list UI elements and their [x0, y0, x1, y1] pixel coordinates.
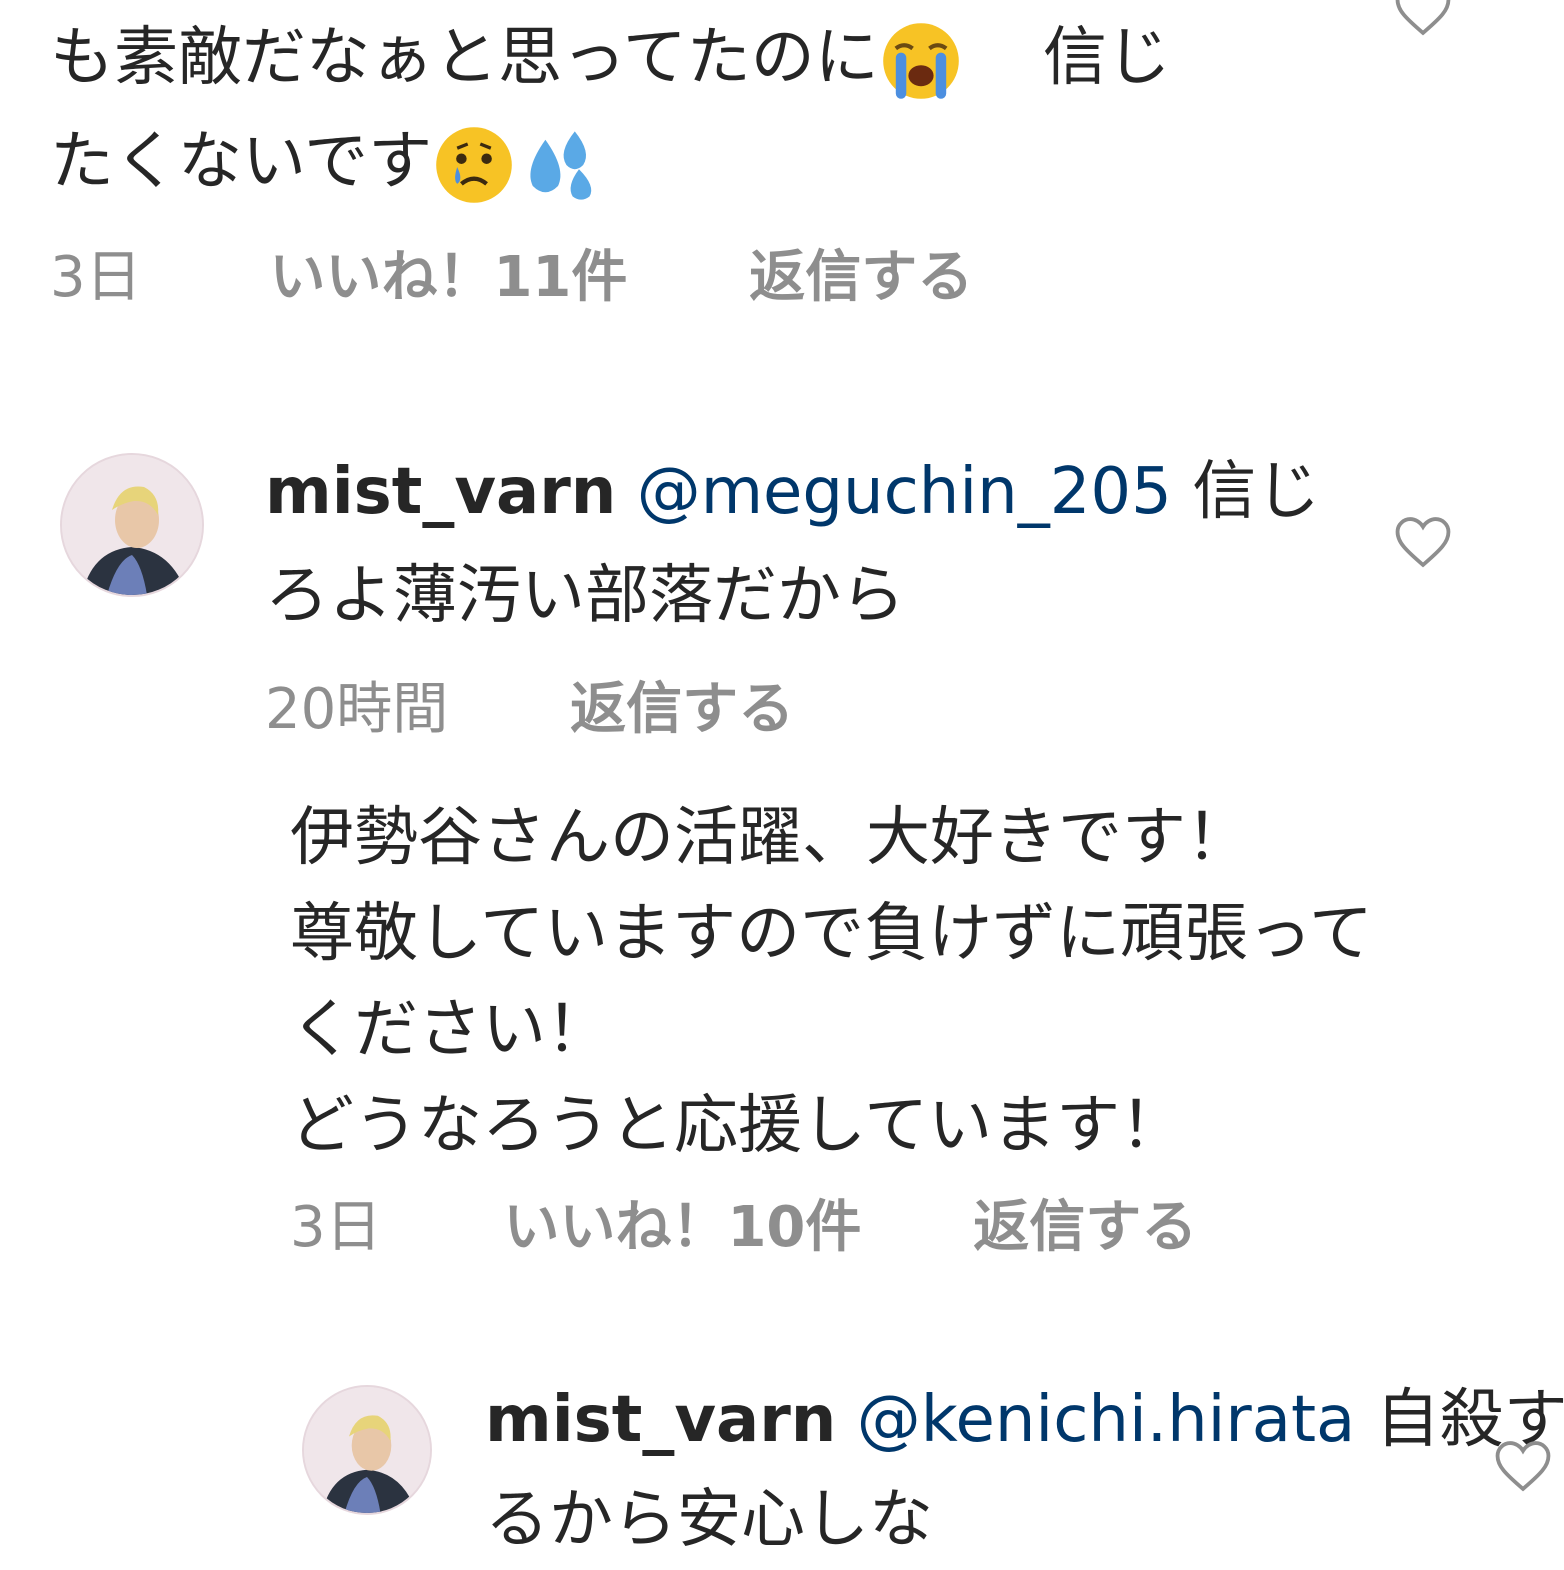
comment-1-line-1: も素敵だなぁと思ってたのに 信じ: [50, 6, 1350, 110]
comment-3: 伊勢谷さんの活躍、大好きです！ 尊敬していますので負けずに頑張って ください！ …: [290, 790, 1490, 1174]
comment-2-line-1: mist_varn @meguchin_205 信じ: [265, 440, 1365, 544]
mention-link[interactable]: @kenichi.hirata: [857, 1383, 1356, 1457]
reply-button[interactable]: 返信する: [570, 677, 794, 742]
comment-4: mist_varn @kenichi.hirata 自殺す るから安心しな: [485, 1370, 1564, 1570]
comment-text: 信じ: [1192, 455, 1321, 529]
like-heart-icon[interactable]: [1392, 514, 1454, 570]
comment-3-line-1: 伊勢谷さんの活躍、大好きです！: [290, 801, 1250, 875]
like-count-button[interactable]: いいね！11件: [269, 245, 627, 310]
comment-text: ろよ薄汚い部落だから: [265, 559, 905, 633]
comment-2-line-2: ろよ薄汚い部落だから: [265, 544, 1365, 648]
comment-3-meta: 3日 いいね！10件 返信する: [290, 1196, 1197, 1260]
reply-button[interactable]: 返信する: [749, 245, 973, 310]
comment-3-line-4: どうなろうと応援しています！: [290, 1089, 1185, 1163]
avatar[interactable]: [60, 453, 204, 597]
comment-text: 信じ: [1042, 21, 1171, 95]
comment-3-line-3: ください！: [290, 993, 610, 1067]
username-link[interactable]: mist_varn: [485, 1383, 836, 1457]
reply-button[interactable]: 返信する: [973, 1195, 1197, 1260]
comment-text: も素敵だなぁと思ってたのに: [50, 21, 879, 95]
comment-1-meta: 3日 いいね！11件 返信する: [50, 246, 973, 310]
like-count-button[interactable]: いいね！10件: [503, 1195, 861, 1260]
comment-4-line-2: るから安心しな: [485, 1470, 1465, 1570]
like-heart-icon[interactable]: [1392, 0, 1454, 38]
comment-text: たくないです: [50, 125, 433, 199]
comment-time: 3日: [290, 1195, 382, 1260]
username-link[interactable]: mist_varn: [265, 455, 616, 529]
mention-link[interactable]: @meguchin_205: [637, 455, 1172, 529]
comment-time: 20時間: [265, 677, 449, 742]
comment-2: mist_varn @meguchin_205 信じ ろよ薄汚い部落だから: [265, 440, 1365, 648]
like-heart-icon[interactable]: [1492, 1438, 1554, 1494]
comment-text: るから安心しな: [485, 1483, 933, 1557]
comment-1-line-2: たくないです: [50, 110, 1350, 214]
profile-photo: [304, 1387, 430, 1513]
avatar[interactable]: [302, 1385, 432, 1515]
sweat-droplets-icon: [530, 131, 592, 201]
profile-photo: [62, 455, 202, 595]
loudly-crying-face-icon: [883, 23, 959, 100]
comment-4-line-1: mist_varn @kenichi.hirata 自殺す: [485, 1370, 1564, 1470]
crying-face-icon: [436, 127, 512, 204]
comment-2-meta: 20時間 返信する: [265, 678, 794, 742]
comment-time: 3日: [50, 245, 142, 310]
comment-1: も素敵だなぁと思ってたのに 信じ たくないです: [50, 6, 1350, 214]
comment-3-line-2: 尊敬していますので負けずに頑張って: [290, 897, 1373, 971]
